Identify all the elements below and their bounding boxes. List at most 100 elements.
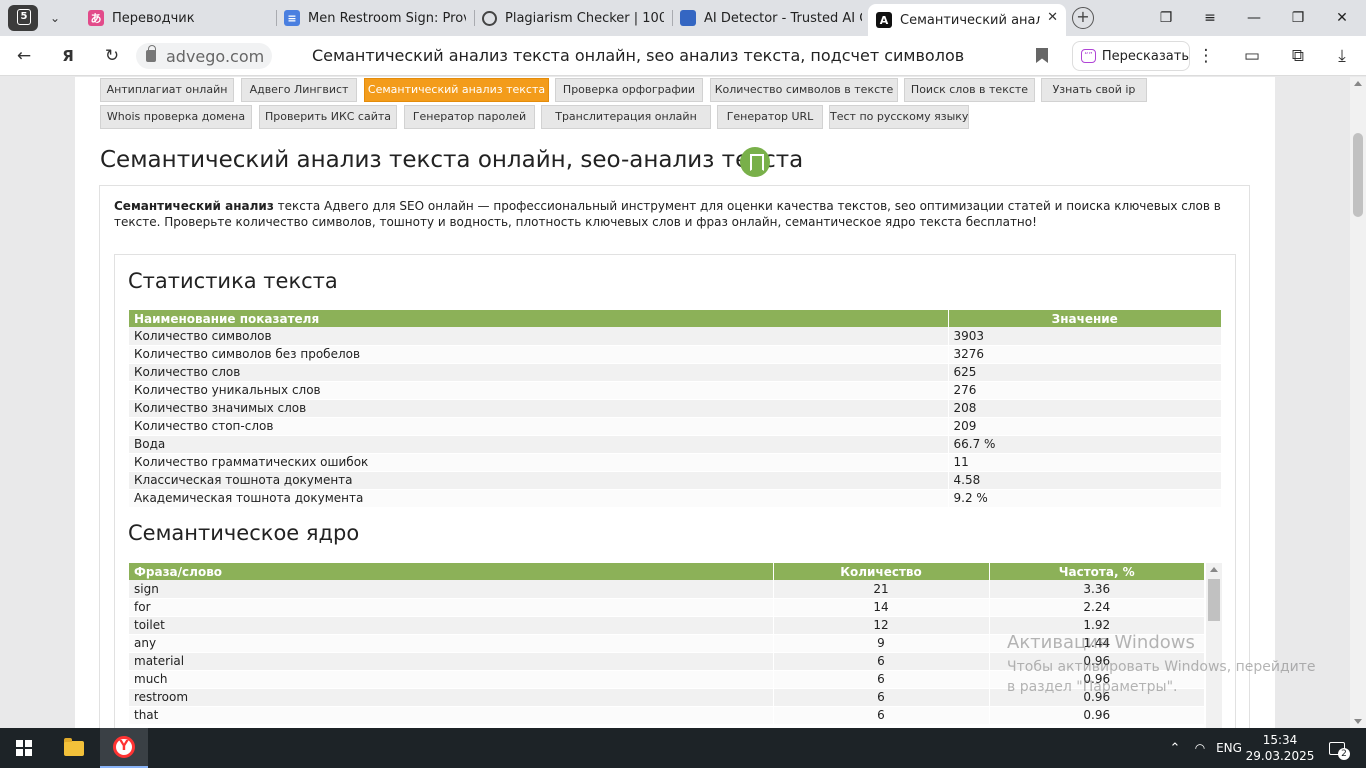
phrase-cell: much [129,670,774,689]
stat-name-cell: Количество символов [129,327,949,346]
phrase-cell: any [129,634,774,653]
notifications-button[interactable]: 2 [1320,728,1354,768]
restore-icon[interactable]: ❐ [1276,0,1320,36]
semantic-scrollbar[interactable] [1206,563,1222,728]
menu-icon[interactable]: ≡ [1188,0,1232,36]
nav-word-search[interactable]: Поиск слов в тексте [904,78,1035,102]
nav-passwords[interactable]: Генератор паролей [404,105,535,129]
intro-text: Семантический анализ текста Адвего для S… [114,199,1234,230]
tab-translator[interactable]: あ Переводчик [80,4,270,32]
chevron-down-icon[interactable]: ⌄ [42,5,68,31]
nav-spelling[interactable]: Проверка орфографии [555,78,703,102]
new-tab-button[interactable]: + [1072,7,1094,29]
minimize-icon[interactable]: — [1232,0,1276,36]
reload-icon[interactable]: ↻ [100,44,124,68]
phrase-cell: that [129,706,774,725]
nav-iks[interactable]: Проверить ИКС сайта [259,105,397,129]
nav-ip[interactable]: Узнать свой ip [1041,78,1147,102]
page-scrollbar[interactable] [1350,77,1366,728]
network-icon[interactable]: ◠ [1188,728,1212,768]
semantic-header-frequency: Частота, % [989,563,1205,580]
stat-name-cell: Классическая тошнота документа [129,471,949,490]
nav-whois[interactable]: Whois проверка домена [100,105,252,129]
stat-name-cell: Вода [129,435,949,454]
tray-chevron-icon[interactable]: ⌃ [1164,728,1186,768]
stat-name-cell: Количество слов [129,363,949,382]
nav-antiplagiat[interactable]: Антиплагиат онлайн [100,78,234,102]
collections-icon[interactable]: ❐ [1144,0,1188,36]
file-explorer-button[interactable] [50,728,98,768]
scrollbar-thumb[interactable] [1208,579,1220,621]
semantic-title: Семантическое ядро [128,521,360,545]
translate-icon: あ [88,10,104,26]
page-viewport: Антиплагиат онлайн Адвего Лингвист Семан… [0,77,1350,728]
stat-value-cell: 625 [948,363,1222,382]
nav-russian-test[interactable]: Тест по русскому языку [829,105,969,129]
folder-icon [64,737,84,756]
phrase-cell: sign [129,580,774,599]
count-cell: 12 [773,616,990,635]
page-scrollbar-thumb[interactable] [1353,133,1363,217]
yandex-icon[interactable]: Я [56,44,80,68]
clock-date: 29.03.2025 [1245,749,1315,763]
stat-value-cell: 209 [948,417,1222,436]
stat-value-cell: 3276 [948,345,1222,364]
site-info-pill[interactable]: advego.com [136,43,272,69]
close-tab-icon[interactable]: ✕ [1047,10,1058,25]
count-cell: 21 [773,580,990,599]
battery-icon[interactable]: ▭ [1240,44,1264,68]
bookmark-icon[interactable] [740,147,770,177]
table-row: Академическая тошнота документа 9.2 % [129,489,1222,508]
tab-title: Men Restroom Sign: Provi [308,10,466,26]
table-row: Количество символов 3903 [129,327,1222,346]
count-cell: 9 [773,634,990,653]
clock[interactable]: 15:34 29.03.2025 [1245,728,1315,768]
back-arrow-icon[interactable]: ← [12,44,36,68]
tab-ai-detector[interactable]: AI Detector - Trusted AI Ch [672,4,862,32]
nav-translit[interactable]: Транслитерация онлайн [541,105,711,129]
stat-name-cell: Количество стоп-слов [129,417,949,436]
retell-button[interactable]: “” Пересказать [1072,41,1190,71]
scroll-up-arrow-icon[interactable] [1354,81,1362,86]
table-row: that 6 0.96 [129,706,1205,725]
tab-strip: 5 ⌄ あ Переводчик ≡ Men Restroom Sign: Pr… [0,0,1366,36]
scroll-up-arrow-icon[interactable] [1210,567,1218,572]
stat-name-cell: Количество символов без пробелов [129,345,949,364]
count-cell: 6 [773,688,990,707]
stat-value-cell: 9.2 % [948,489,1222,508]
intro-rest: текста Адвего для SEO онлайн — профессио… [114,199,1221,229]
window-close-icon[interactable]: ✕ [1320,0,1364,36]
address-bar[interactable]: advego.com Семантический анализ текста о… [136,41,1056,71]
bookmark-icon[interactable] [1036,48,1048,63]
stat-name-cell: Академическая тошнота документа [129,489,949,508]
table-row: Вода 66.7 % [129,435,1222,454]
phrase-cell: for [129,598,774,617]
shield-icon [680,10,696,26]
nav-char-count[interactable]: Количество символов в тексте [710,78,898,102]
tab-count-button[interactable]: 5 [8,5,38,31]
tab-restroom-sign[interactable]: ≡ Men Restroom Sign: Provi [276,4,466,32]
yandex-browser-button[interactable]: Y [100,728,148,768]
table-row: Количество грамматических ошибок 11 [129,453,1222,472]
tab-plagiarism-checker[interactable]: Plagiarism Checker | 100% [474,4,664,32]
stat-name-cell: Количество уникальных слов [129,381,949,400]
count-cell: 6 [773,652,990,671]
stats-header-name: Наименование показателя [129,310,949,327]
download-icon[interactable]: ⤓ [1330,44,1354,68]
stat-value-cell: 11 [948,453,1222,472]
advego-icon: A [876,12,892,28]
start-button[interactable] [0,728,48,768]
stat-value-cell: 276 [948,381,1222,400]
nav-semantic-active[interactable]: Семантический анализ текста [364,78,549,102]
extensions-icon[interactable]: ⧉ [1286,44,1310,68]
tab-advego-active[interactable]: A Семантический анализ ✕ [868,4,1066,36]
table-row: Количество значимых слов 208 [129,399,1222,418]
retell-label: Пересказать [1101,48,1189,64]
nav-url-generator[interactable]: Генератор URL [717,105,823,129]
activation-watermark-title: Активация Windows [1007,632,1195,653]
stat-value-cell: 66.7 % [948,435,1222,454]
language-indicator[interactable]: ENG [1212,728,1246,768]
scroll-down-arrow-icon[interactable] [1354,719,1362,724]
more-menu-icon[interactable]: ⋮ [1194,44,1218,68]
nav-linguist[interactable]: Адвего Лингвист [241,78,357,102]
